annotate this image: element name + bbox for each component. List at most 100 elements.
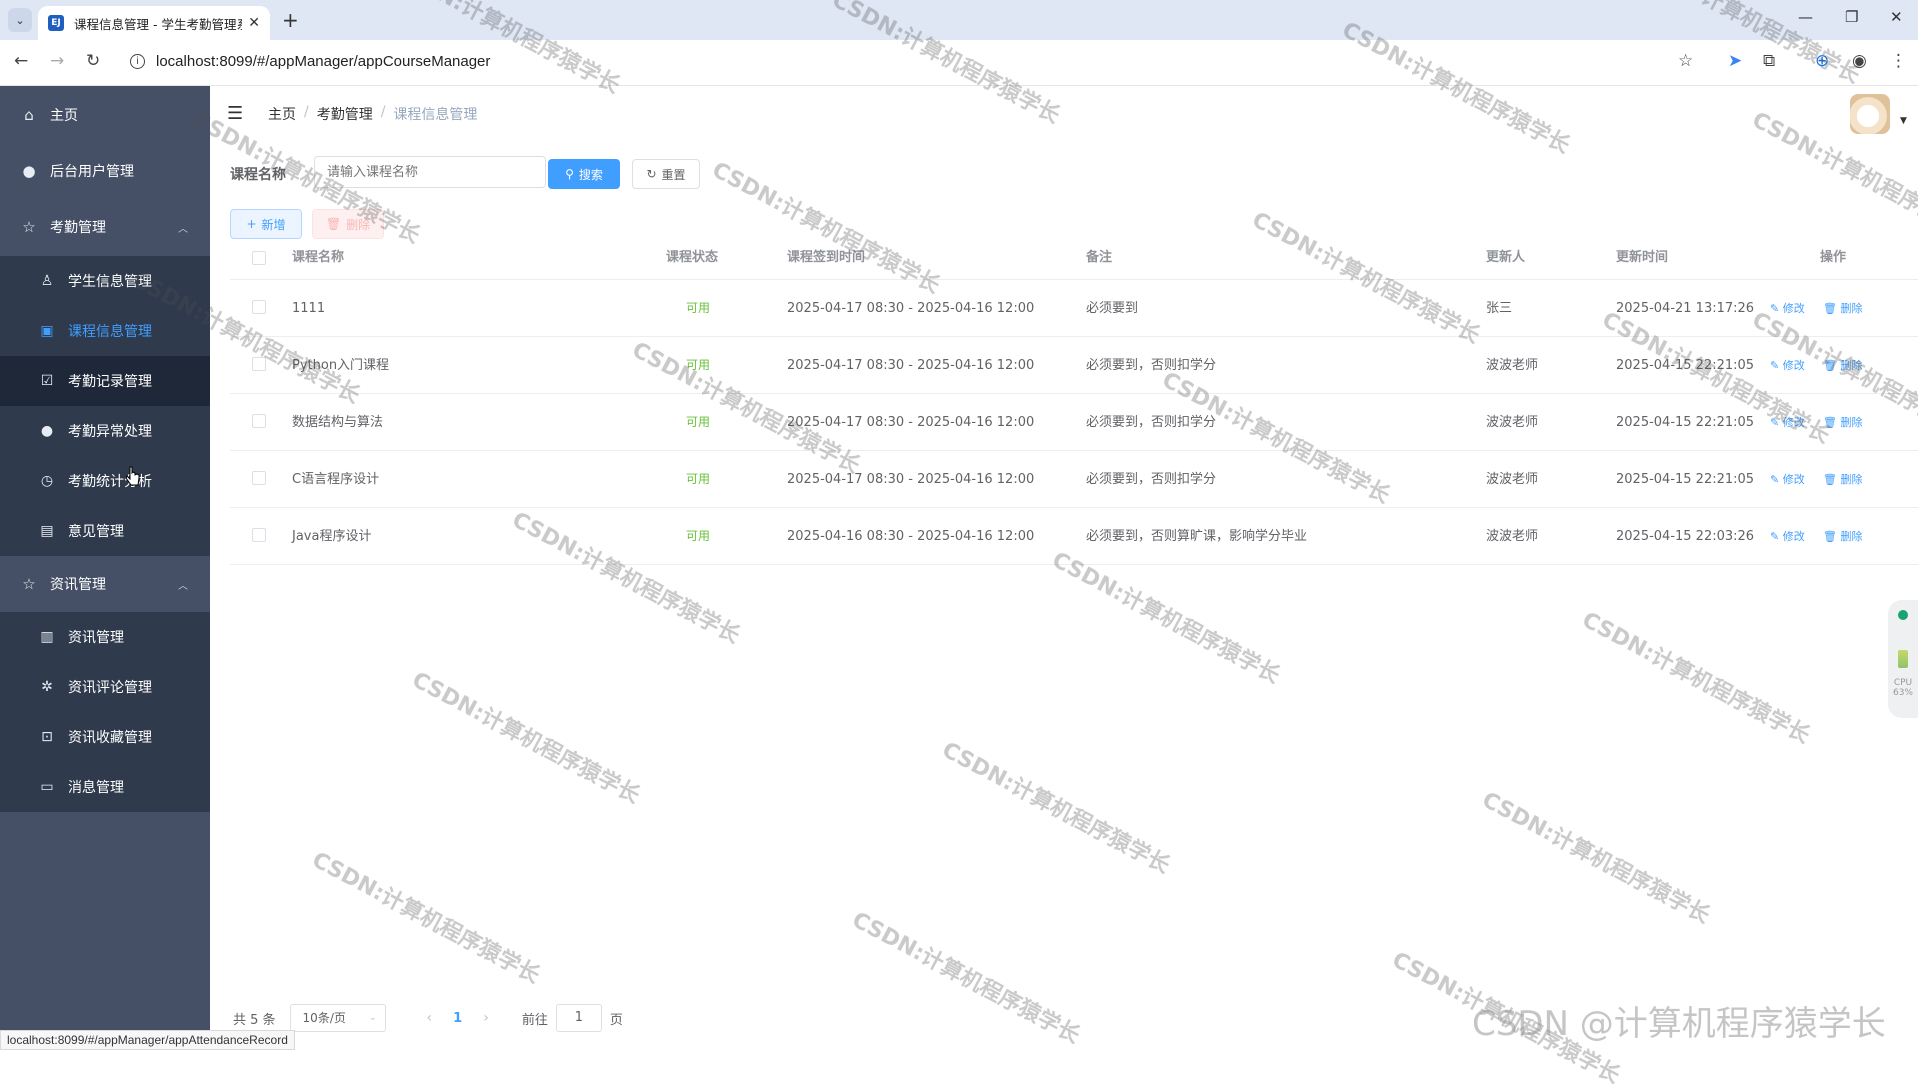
profile-icon[interactable]: ◉	[1852, 51, 1867, 71]
sidebar-item-home[interactable]: ⌂ 主页	[0, 87, 210, 143]
row-checkbox[interactable]	[252, 357, 266, 371]
goto-page-input[interactable]: 1	[555, 1004, 602, 1032]
table-row: C语言程序设计 可用 2025-04-17 08:30 - 2025-04-16 1…	[230, 451, 1918, 508]
new-tab-icon[interactable]: +	[282, 8, 299, 32]
search-button[interactable]: ⚲ 搜索	[548, 159, 620, 189]
window-close-icon[interactable]: ✕	[1890, 8, 1903, 26]
system-monitor-widget[interactable]: CPU 63%	[1888, 600, 1918, 718]
breadcrumb-separator: /	[380, 104, 386, 120]
row-checkbox[interactable]	[252, 528, 266, 542]
site-info-icon[interactable]: i	[130, 54, 145, 69]
clock-icon: ◷	[40, 473, 54, 489]
breadcrumb-home[interactable]: 主页	[268, 104, 296, 124]
col-course-name: 课程名称	[292, 250, 345, 265]
browser-menu-icon[interactable]: ⋮	[1890, 51, 1907, 71]
row-checkbox[interactable]	[252, 471, 266, 485]
clipboard-icon: ▣	[40, 323, 54, 339]
sidebar-item-course-info[interactable]: ▣ 课程信息管理	[0, 306, 210, 356]
restore-icon[interactable]: ❐	[1845, 8, 1858, 26]
course-name-input[interactable]	[314, 156, 546, 188]
cell-remark: 必须要到	[1086, 301, 1139, 316]
batch-delete-button[interactable]: 🗑 删除	[312, 209, 384, 239]
bag-icon: ⊡	[41, 729, 53, 745]
delete-row-button[interactable]: 🗑 删除	[1823, 280, 1862, 337]
chevron-down-icon: ⌄	[369, 1013, 377, 1023]
delete-label: 删除	[1840, 302, 1863, 315]
row-checkbox[interactable]	[252, 414, 266, 428]
document-icon: ▥	[40, 629, 54, 645]
pagination-total: 共 5 条	[233, 1012, 276, 1028]
cell-status: 可用	[686, 529, 711, 543]
delete-row-button[interactable]: 🗑 删除	[1823, 451, 1862, 508]
user-alert-icon: ●	[40, 423, 54, 439]
pagination: 共 5 条 10条/页 ⌄ ‹ 1 › 前往 1 页	[233, 1004, 623, 1032]
cell-updated-time: 2025-04-15 22:21:05	[1616, 358, 1755, 373]
cell-course-name: Python入门课程	[292, 358, 390, 373]
goto-suffix: 页	[609, 1012, 623, 1028]
delete-row-button[interactable]: 🗑 删除	[1823, 508, 1862, 565]
cell-status: 可用	[686, 358, 711, 372]
cell-checkin-time: 2025-04-17 08:30 - 2025-04-16 12:00	[787, 472, 1035, 487]
breadcrumb-attendance[interactable]: 考勤管理	[317, 104, 373, 124]
url-field[interactable]: localhost:8099/#/appManager/appCourseMan…	[156, 53, 490, 70]
avatar[interactable]	[1850, 94, 1890, 134]
download-icon[interactable]: ⊕	[1815, 51, 1829, 71]
edit-button[interactable]: ✎ 修改	[1770, 508, 1805, 565]
extension-bird-icon[interactable]: ➤	[1728, 51, 1742, 71]
home-icon: ⌂	[24, 106, 34, 124]
sidebar-item-attendance-stats[interactable]: ◷ 考勤统计分析	[0, 456, 210, 506]
plus-icon: +	[246, 217, 257, 231]
add-button[interactable]: + 新增	[230, 209, 302, 239]
caret-down-icon[interactable]: ▼	[1900, 116, 1907, 126]
back-icon[interactable]: ←	[14, 51, 28, 71]
reset-button[interactable]: ↻ 重置	[632, 159, 700, 189]
breadcrumb-current: 课程信息管理	[393, 107, 478, 123]
sidebar-item-feedback[interactable]: ▤ 意见管理	[0, 506, 210, 556]
next-page-icon[interactable]: ›	[483, 1010, 489, 1026]
delete-row-button[interactable]: 🗑 删除	[1823, 394, 1862, 451]
aperture-icon: ✲	[41, 679, 53, 695]
sidebar-item-messages[interactable]: ▭ 消息管理	[0, 762, 210, 812]
edit-button[interactable]: ✎ 修改	[1770, 337, 1805, 394]
edit-button[interactable]: ✎ 修改	[1770, 280, 1805, 337]
sidebar-item-attendance-exception[interactable]: ● 考勤异常处理	[0, 406, 210, 456]
forward-icon[interactable]: →	[50, 51, 64, 71]
cell-updated-time: 2025-04-21 13:17:26	[1616, 301, 1755, 316]
sidebar-group-attendance[interactable]: ☆ 考勤管理 ︿	[0, 199, 210, 255]
page-size-select[interactable]: 10条/页 ⌄	[289, 1004, 386, 1032]
minimize-icon[interactable]: —	[1798, 8, 1813, 26]
col-updated-time: 更新时间	[1616, 250, 1669, 265]
chat-icon: ▭	[40, 779, 54, 795]
sidebar-item-label: 资讯收藏管理	[68, 730, 152, 746]
browser-tab[interactable]: EJ 课程信息管理 - 学生考勤管理系 ✕	[38, 6, 270, 40]
extensions-puzzle-icon[interactable]: ⧉	[1763, 51, 1775, 71]
edit-label: 修改	[1782, 473, 1805, 486]
page-number-current[interactable]: 1	[453, 1011, 462, 1026]
delete-row-button[interactable]: 🗑 删除	[1823, 337, 1862, 394]
notebook-icon: ▤	[40, 523, 54, 539]
attendance-submenu: ♙ 学生信息管理 ▣ 课程信息管理 ☑ 考勤记录管理 ● 考勤异常处理 ◷ 考勤…	[0, 256, 210, 556]
tab-close-icon[interactable]: ✕	[248, 15, 260, 31]
row-checkbox[interactable]	[252, 300, 266, 314]
prev-page-icon[interactable]: ‹	[427, 1010, 433, 1026]
sidebar-item-label: 主页	[50, 108, 78, 124]
sidebar-group-news[interactable]: ☆ 资讯管理 ︿	[0, 556, 210, 612]
sidebar-item-news-comments[interactable]: ✲ 资讯评论管理	[0, 662, 210, 712]
sidebar-item-news[interactable]: ▥ 资讯管理	[0, 612, 210, 662]
goto-label: 前往	[521, 1012, 548, 1028]
edit-button[interactable]: ✎ 修改	[1770, 394, 1805, 451]
edit-button[interactable]: ✎ 修改	[1770, 451, 1805, 508]
cpu-readout: CPU 63%	[1892, 678, 1914, 698]
bookmark-star-icon[interactable]: ☆	[1678, 51, 1693, 71]
sidebar-item-student-info[interactable]: ♙ 学生信息管理	[0, 256, 210, 306]
collapse-menu-icon[interactable]: ☰	[227, 103, 243, 124]
sidebar-item-news-favorites[interactable]: ⊡ 资讯收藏管理	[0, 712, 210, 762]
col-actions: 操作	[1820, 250, 1847, 265]
clipboard-check-icon: ☑	[40, 373, 54, 389]
tab-search-icon[interactable]: ⌄	[8, 8, 32, 32]
sidebar-item-admin-users[interactable]: ● 后台用户管理	[0, 143, 210, 199]
select-all-checkbox[interactable]	[252, 251, 266, 265]
reload-icon[interactable]: ↻	[86, 51, 100, 71]
sidebar-item-attendance-record[interactable]: ☑ 考勤记录管理	[0, 356, 210, 406]
col-checkin-time: 课程签到时间	[787, 250, 866, 265]
